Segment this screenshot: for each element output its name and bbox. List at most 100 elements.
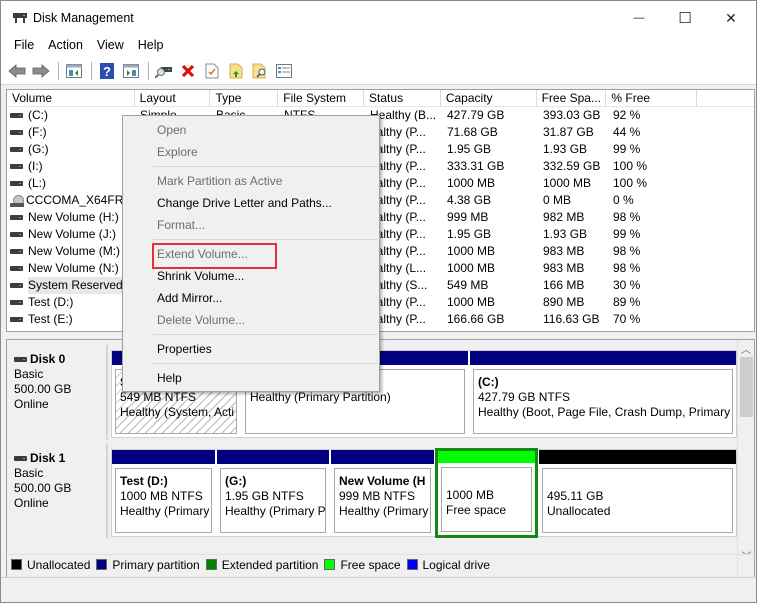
disk-1-partition-h[interactable]: New Volume (H 999 MB NTFS Healthy (Prima… xyxy=(331,450,434,536)
disk-1-info[interactable]: Disk 1 Basic 500.00 GB Online xyxy=(8,443,108,539)
column-header-volume[interactable]: Volume xyxy=(7,90,135,106)
column-header-percent-free[interactable]: % Free xyxy=(606,90,698,106)
volume-row[interactable]: CCCOMA_X64FRE ealthy (P... 4.38 GB 0 MB 0 % xyxy=(7,192,754,209)
menu-action[interactable]: Action xyxy=(41,35,90,57)
volume-row[interactable]: (C:)SimpleBasicNTFSHealthy (B...427.79 G… xyxy=(7,107,754,124)
legend-swatch-free xyxy=(324,559,336,570)
context-menu-help[interactable]: Help xyxy=(123,367,379,389)
column-header-file-system[interactable]: File System xyxy=(278,90,365,106)
drive-icon xyxy=(10,283,23,288)
properties-button[interactable] xyxy=(201,60,223,82)
scroll-up-icon[interactable]: ︿ xyxy=(738,340,754,357)
partition-size: 1000 MB xyxy=(446,488,495,502)
disk-icon xyxy=(14,456,27,461)
window-title: Disk Management xyxy=(33,11,134,25)
volume-row[interactable]: (G:) ealthy (P... 1.95 GB 1.93 GB 99 % xyxy=(7,141,754,158)
cell-volume: New Volume (J:) xyxy=(7,226,135,243)
drive-icon xyxy=(10,113,23,118)
cell-volume: New Volume (N:) xyxy=(7,260,135,277)
context-menu-extend-volume: Extend Volume... xyxy=(123,243,379,269)
disk-0-status: Online xyxy=(14,397,49,411)
folder-search-button[interactable] xyxy=(249,60,271,82)
disk-1-partition-g[interactable]: (G:) 1.95 GB NTFS Healthy (Primary P xyxy=(217,450,329,536)
menu-file[interactable]: File xyxy=(7,35,41,57)
volume-row[interactable]: New Volume (N:) ealthy (L... 1000 MB 983 MB… xyxy=(7,260,754,277)
cell-volume: New Volume (M:) xyxy=(7,243,135,260)
menu-help[interactable]: Help xyxy=(131,35,171,57)
back-button[interactable] xyxy=(6,60,28,82)
cell-volume: Test (D:) xyxy=(7,294,135,311)
volume-row[interactable]: New Volume (H:) ealthy (P... 999 MB 982 MB 9… xyxy=(7,209,754,226)
disk-1-partition-d[interactable]: Test (D:) 1000 MB NTFS Healthy (Primary xyxy=(112,450,215,536)
delete-button[interactable] xyxy=(177,60,199,82)
partition-body: 495.11 GB Unallocated xyxy=(542,468,733,533)
close-button[interactable]: ✕ xyxy=(708,1,754,35)
column-header-free-space[interactable]: Free Spa... xyxy=(537,90,607,106)
cell-volume: System Reserved xyxy=(7,277,135,294)
show-hide-console-tree-button[interactable] xyxy=(63,60,85,82)
volume-row[interactable]: (F:) ealthy (P... 71.68 GB 31.87 GB 44 % xyxy=(7,124,754,141)
disk-1-free-space[interactable]: 1000 MB Free space xyxy=(435,448,538,538)
menu-view[interactable]: View xyxy=(90,35,131,57)
cell-free-space: 1000 MB xyxy=(543,176,592,190)
cd-drive-icon xyxy=(10,194,24,207)
disk-1-unallocated[interactable]: 495.11 GB Unallocated xyxy=(539,450,736,536)
disk-0-partition-c[interactable]: (C:) 427.79 GB NTFS Healthy (Boot, Page … xyxy=(470,351,736,437)
drive-icon xyxy=(10,300,23,305)
partition-size: 549 MB NTFS xyxy=(120,390,197,404)
menu-separator xyxy=(153,334,377,335)
disk-0-size: 500.00 GB xyxy=(14,382,72,396)
disk-0-info[interactable]: Disk 0 Basic 500.00 GB Online xyxy=(8,344,108,440)
drive-icon xyxy=(10,130,23,135)
partition-name: (G:) xyxy=(225,474,247,488)
partition-type-bar xyxy=(217,450,329,464)
partition-status: Healthy (Boot, Page File, Crash Dump, Pr… xyxy=(478,405,733,419)
help-button[interactable]: ? xyxy=(96,60,118,82)
menu-separator xyxy=(153,166,377,167)
list-view-button[interactable] xyxy=(273,60,295,82)
volume-name: New Volume (M:) xyxy=(28,244,121,258)
column-header-capacity[interactable]: Capacity xyxy=(441,90,537,106)
cell-percent-free: 70 % xyxy=(613,312,641,326)
context-menu-open: Open xyxy=(157,123,187,137)
column-header-status[interactable]: Status xyxy=(364,90,441,106)
cell-percent-free: 44 % xyxy=(613,125,641,139)
title-bar[interactable]: Disk Management — ☐ ✕ xyxy=(1,1,756,35)
folder-up-icon xyxy=(229,63,243,78)
minimize-button[interactable]: — xyxy=(616,1,662,35)
context-menu-change-drive-letter-and-paths[interactable]: Change Drive Letter and Paths... xyxy=(123,192,379,214)
connect-drive-button[interactable] xyxy=(153,60,175,82)
cell-free-space: 983 MB xyxy=(543,244,585,258)
volume-row[interactable]: (L:) ealthy (P... 1000 MB 1000 MB 100 % xyxy=(7,175,754,192)
graphical-view-scrollbar[interactable]: ︿ ﹀ xyxy=(737,340,754,581)
scrollbar-thumb[interactable] xyxy=(740,357,753,417)
volume-row[interactable]: System Reserved ealthy (S... 549 MB 166 MB 3… xyxy=(7,277,754,294)
volume-name: (C:) xyxy=(28,108,48,122)
context-menu: Open Explore Mark Partition as Active Chang… xyxy=(122,115,380,392)
context-menu-properties[interactable]: Properties xyxy=(123,338,379,360)
disk-0-type: Basic xyxy=(14,367,44,381)
cell-capacity: 1000 MB xyxy=(447,176,496,190)
partition-body: (G:) 1.95 GB NTFS Healthy (Primary P xyxy=(220,468,326,533)
maximize-button[interactable]: ☐ xyxy=(662,1,708,35)
show-hide-action-pane-button[interactable] xyxy=(120,60,142,82)
legend-unallocated: Unallocated xyxy=(11,558,90,572)
folder-up-button[interactable] xyxy=(225,60,247,82)
volume-row[interactable]: Test (D:) ealthy (P... 1000 MB 890 MB 89 % xyxy=(7,294,754,311)
context-menu-shrink-volume[interactable]: Shrink Volume... xyxy=(123,265,379,287)
volume-row[interactable]: New Volume (J:) ealthy (P... 1.95 GB 1.93 G… xyxy=(7,226,754,243)
volume-row[interactable]: Test (E:) ealthy (P... 166.66 GB 116.63 GB 7… xyxy=(7,311,754,328)
legend-free: Free space xyxy=(324,558,401,572)
context-menu-add-mirror[interactable]: Add Mirror... xyxy=(123,287,379,309)
partition-size: 1.95 GB NTFS xyxy=(225,489,304,503)
column-header-type[interactable]: Type xyxy=(210,90,279,106)
partition-size: 427.79 GB NTFS xyxy=(478,390,571,404)
volume-name: New Volume (H:) xyxy=(28,210,119,224)
column-header-layout[interactable]: Layout xyxy=(135,90,211,106)
show-hide-action-pane-icon xyxy=(123,63,139,78)
volume-row[interactable]: New Volume (M:) ealthy (P... 1000 MB 983 MB… xyxy=(7,243,754,260)
forward-button[interactable] xyxy=(30,60,52,82)
partition-size: 1000 MB NTFS xyxy=(120,489,203,503)
volume-row[interactable]: (I:) ealthy (P... 333.31 GB 332.59 GB 100 % xyxy=(7,158,754,175)
legend: Unallocated Primary partition Extended p… xyxy=(6,554,755,574)
